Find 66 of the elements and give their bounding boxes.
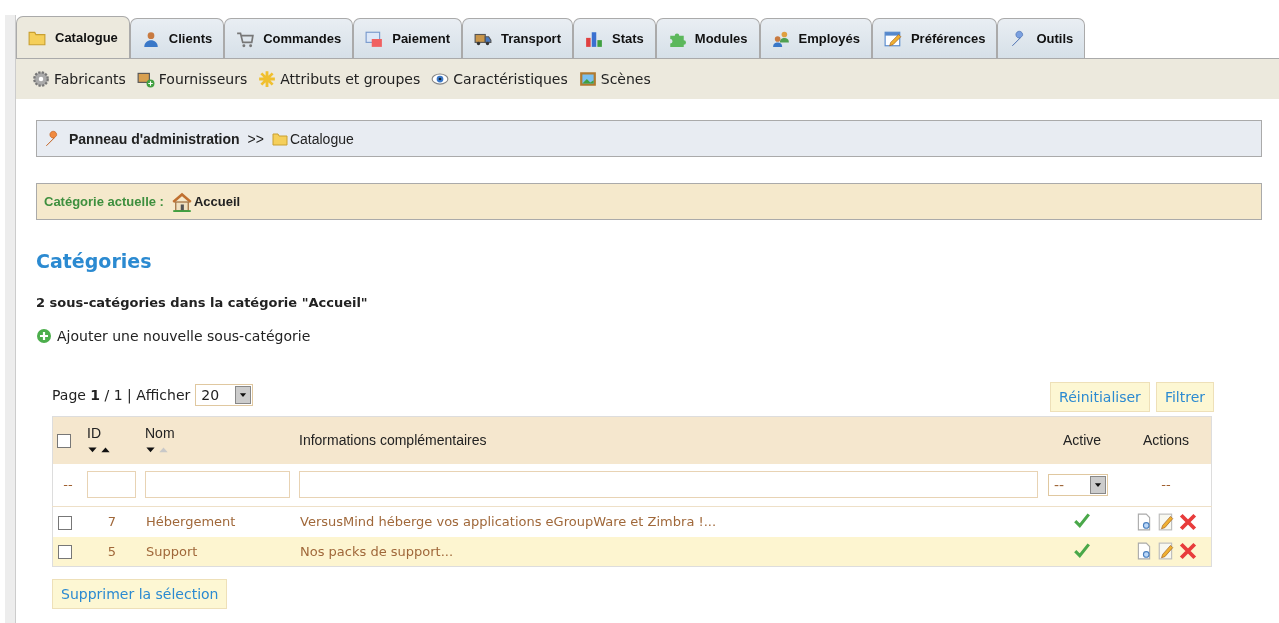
- delete-icon[interactable]: [1179, 512, 1197, 531]
- person-icon: [141, 29, 160, 48]
- pagination-text: Page 1 / 1 | Afficher: [52, 387, 191, 403]
- tab[interactable]: Stats: [573, 18, 656, 58]
- document-magnifier-icon[interactable]: [1135, 542, 1153, 561]
- table-cell: Hébergement: [141, 506, 295, 537]
- gear-icon: [32, 70, 50, 88]
- pencil-icon[interactable]: [1157, 542, 1175, 561]
- tab[interactable]: Préférences: [871, 18, 998, 58]
- section-heading: Catégories: [36, 250, 153, 272]
- subnav-link[interactable]: Caractéristiques: [453, 71, 568, 87]
- table-cell: Support: [141, 536, 295, 567]
- table-cell: --: [52, 463, 83, 507]
- delete-icon[interactable]: [1179, 542, 1197, 561]
- tab[interactable]: Clients: [129, 18, 225, 58]
- column-header: Nom: [145, 425, 175, 442]
- subnav-link[interactable]: Attributs et groupes: [280, 71, 421, 87]
- tab[interactable]: Employés: [759, 18, 872, 58]
- breadcrumb-link[interactable]: Panneau d'administration: [69, 130, 240, 147]
- breadcrumb-separator: >>: [247, 130, 264, 147]
- filter-button[interactable]: Filtrer: [1155, 382, 1214, 412]
- subnav-link[interactable]: Scènes: [600, 71, 651, 87]
- bar-chart-icon: [585, 29, 603, 48]
- subcategory-count: 2 sous-catégories dans la catégorie "Accueil": [36, 295, 369, 310]
- tab[interactable]: Transport: [462, 18, 573, 58]
- tab[interactable]: Catalogue: [16, 16, 130, 58]
- window-pencil-icon: [883, 29, 902, 48]
- document-magnifier-icon[interactable]: [1135, 512, 1153, 531]
- table-cell: 5: [83, 536, 141, 567]
- delete-selection-button[interactable]: Supprimer la sélection: [52, 579, 228, 609]
- people-icon: [771, 29, 790, 48]
- house-icon: [171, 191, 192, 212]
- table-cell: 7: [83, 506, 141, 537]
- filter-field[interactable]: [87, 471, 136, 499]
- tab[interactable]: Commandes: [224, 18, 354, 58]
- filter-field[interactable]: [299, 471, 1038, 499]
- tab[interactable]: Paiement: [353, 18, 463, 58]
- folder-icon: [271, 130, 288, 147]
- checkbox[interactable]: [57, 434, 71, 449]
- filter-field[interactable]: [145, 471, 290, 499]
- tab[interactable]: Outils: [997, 18, 1086, 58]
- column-header: Active: [1061, 432, 1103, 449]
- checkbox[interactable]: [58, 545, 72, 559]
- framed-picture-icon: [578, 70, 597, 88]
- column-header: Actions: [1142, 432, 1190, 449]
- pencil-icon[interactable]: [1157, 512, 1175, 531]
- column-header: Informations complémentaires: [299, 432, 488, 449]
- subnav-link[interactable]: Fabricants: [54, 71, 126, 87]
- asterisk-icon: [258, 70, 277, 88]
- active-filter-dropdown[interactable]: --: [1048, 473, 1108, 496]
- tab[interactable]: Modules: [655, 18, 760, 58]
- category-link[interactable]: Accueil: [193, 194, 241, 209]
- payment-card-icon: [365, 29, 384, 48]
- column-header: ID: [87, 425, 101, 442]
- table-cell: Nos packs de support...: [295, 536, 1043, 567]
- subnav-link[interactable]: Fournisseurs: [158, 71, 248, 87]
- table-cell: --: [1121, 463, 1212, 507]
- add-icon: [36, 328, 52, 344]
- current-category-label: Catégorie actuelle :: [44, 194, 164, 209]
- breadcrumb-current: Catalogue: [289, 130, 354, 147]
- eye-icon: [431, 70, 450, 88]
- checkbox[interactable]: [58, 515, 72, 530]
- add-subcategory-link[interactable]: Ajouter une nouvelle sous-catégorie: [57, 328, 311, 344]
- per-page-dropdown[interactable]: 20: [195, 384, 254, 406]
- supplier-icon: [136, 70, 155, 88]
- table-cell: VersusMind héberge vos applications eGroupWare et Zimbra !...: [295, 506, 1043, 537]
